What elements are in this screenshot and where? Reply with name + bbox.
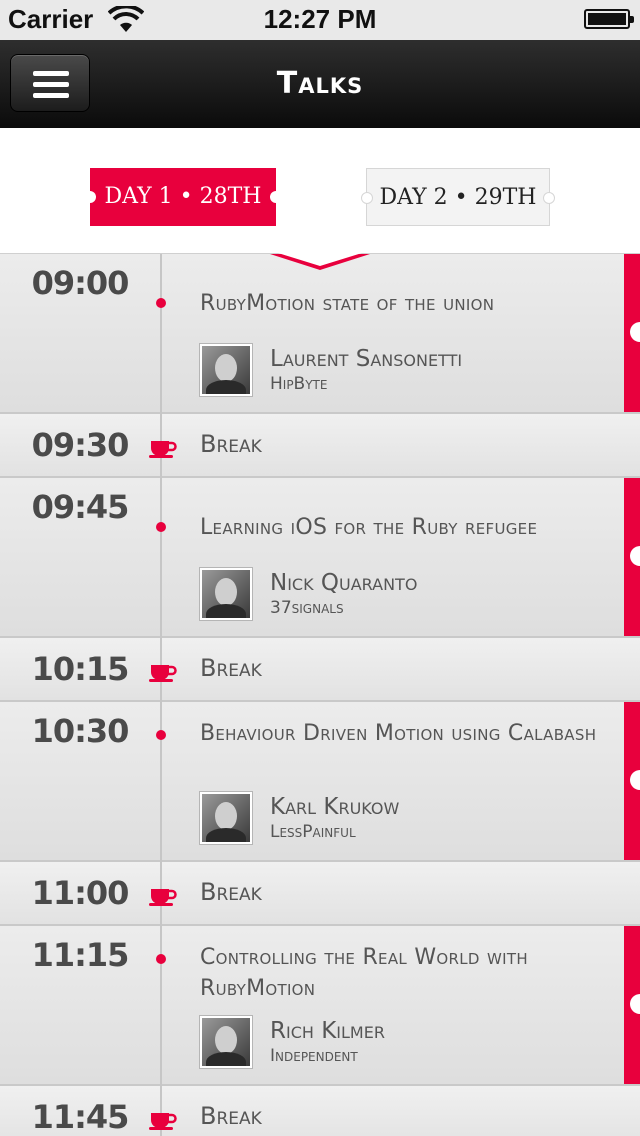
timeline-line [160,254,162,1136]
talk-title: Behaviour Driven Motion using Calabash [200,721,597,746]
talk-row[interactable]: 11:15 Controlling the Real World with Ru… [0,926,640,1086]
timeline-dot [156,298,166,308]
speaker-company: HipByte [270,374,328,394]
talk-accent-tab [624,254,640,412]
talk-title: Learning iOS for the Ruby refugee [200,515,538,540]
timeline-dot [156,954,166,964]
schedule-list[interactable]: 09:00 RubyMotion state of the union Laur… [0,254,640,1136]
speaker-name: Rich Kilmer [270,1018,385,1044]
timeline-dot [156,522,166,532]
speaker-avatar [200,1016,252,1068]
tab-day-1-label: DAY 1 • 28TH [104,184,262,209]
day-tabs: DAY 1 • 28TH DAY 2 • 29TH [0,128,640,254]
speaker-name: Karl Krukow [270,794,400,820]
coffee-cup-icon [149,441,177,458]
break-row: 11:00 Break [0,862,640,926]
break-row: 11:45 Break [0,1086,640,1136]
break-time: 11:45 [31,1098,130,1136]
break-row: 09:30 Break [0,414,640,478]
tab-day-2[interactable]: DAY 2 • 29TH [361,168,555,226]
break-time: 09:30 [31,426,130,464]
battery-icon [584,9,634,29]
talk-row[interactable]: 10:30 Behaviour Driven Motion using Cala… [0,702,640,862]
break-label: Break [200,654,262,682]
speaker-avatar [200,344,252,396]
speaker-avatar [200,792,252,844]
tab-day-2-label: DAY 2 • 29TH [379,185,537,210]
break-time: 11:00 [31,874,130,912]
speaker-name: Nick Quaranto [270,570,418,596]
speaker-avatar [200,568,252,620]
speaker-name: Laurent Sansonetti [270,346,463,372]
coffee-cup-icon [149,1113,177,1130]
speaker-company: Independent [270,1046,358,1066]
talk-row[interactable]: 09:45 Learning iOS for the Ruby refugee … [0,478,640,638]
talk-accent-tab [624,702,640,860]
coffee-cup-icon [149,665,177,682]
break-label: Break [200,878,262,906]
talk-time: 11:15 [31,936,130,974]
speaker-company: LessPainful [270,822,356,842]
tab-day-1[interactable]: DAY 1 • 28TH [84,168,282,226]
break-time: 10:15 [31,650,130,688]
talk-accent-tab [624,478,640,636]
talk-time: 10:30 [31,712,130,750]
talk-time: 09:00 [31,264,130,302]
talk-time: 09:45 [31,488,130,526]
break-row: 10:15 Break [0,638,640,702]
status-time: 12:27 PM [263,4,377,34]
page-title: Talks [276,66,364,101]
break-label: Break [200,1102,262,1130]
talk-title: RubyMotion state of the union [200,291,495,316]
timeline-dot [156,730,166,740]
coffee-cup-icon [149,889,177,906]
selected-tab-pointer [270,253,370,270]
speaker-company: 37signals [270,598,344,618]
break-label: Break [200,430,262,458]
nav-bar: Talks [0,40,640,128]
talk-row[interactable]: 09:00 RubyMotion state of the union Laur… [0,254,640,414]
status-bar: Carrier 12:27 PM [0,0,640,40]
talk-accent-tab [624,926,640,1084]
talk-title: Controlling the Real World with RubyMoti… [200,945,528,1001]
